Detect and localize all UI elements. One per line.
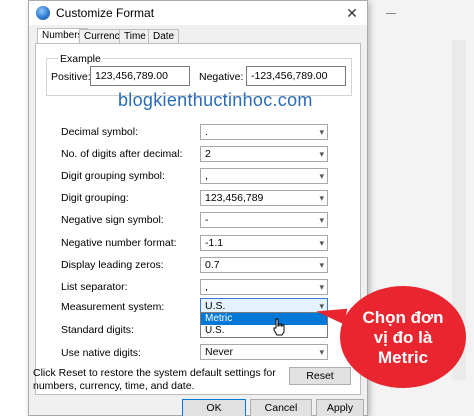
globe-icon bbox=[36, 6, 50, 20]
use-native-digits-label: Use native digits: bbox=[61, 347, 141, 359]
digit-grouping-symbol-label: Digit grouping symbol: bbox=[61, 170, 165, 182]
apply-button[interactable]: Apply bbox=[316, 399, 364, 416]
negative-number-format-select[interactable]: -1.1 ▾ bbox=[200, 235, 328, 251]
decimal-symbol-label: Decimal symbol: bbox=[61, 126, 139, 138]
decimal-symbol-select[interactable]: . ▾ bbox=[200, 124, 328, 140]
chevron-down-icon: ▾ bbox=[319, 127, 324, 137]
minimize-icon[interactable] bbox=[384, 6, 398, 20]
dropdown-option-metric[interactable]: Metric bbox=[201, 313, 327, 325]
chevron-down-icon: ▾ bbox=[319, 260, 324, 270]
callout-line-2: vị đo là bbox=[373, 328, 433, 347]
example-group-title: Example bbox=[58, 53, 103, 65]
reset-hint-text: Click Reset to restore the system defaul… bbox=[33, 367, 276, 392]
digit-grouping-symbol-select[interactable]: , ▾ bbox=[200, 168, 328, 184]
use-native-digits-select[interactable]: Never ▾ bbox=[200, 344, 328, 360]
chevron-down-icon: ▾ bbox=[319, 193, 324, 203]
reset-button[interactable]: Reset bbox=[289, 367, 351, 385]
display-leading-zeros-label: Display leading zeros: bbox=[61, 259, 164, 271]
tab-time[interactable]: Time bbox=[119, 29, 151, 43]
dropdown-option-us[interactable]: U.S. bbox=[201, 325, 327, 337]
digit-grouping-label: Digit grouping: bbox=[61, 192, 129, 204]
list-separator-label: List separator: bbox=[61, 281, 128, 293]
negative-sign-symbol-value: - bbox=[205, 214, 209, 226]
digits-after-decimal-label: No. of digits after decimal: bbox=[61, 148, 183, 160]
measurement-system-value: U.S. bbox=[205, 300, 226, 312]
tab-date[interactable]: Date bbox=[148, 29, 180, 43]
list-separator-select[interactable]: , ▾ bbox=[200, 279, 328, 295]
display-leading-zeros-select[interactable]: 0.7 ▾ bbox=[200, 257, 328, 273]
standard-digits-label: Standard digits: bbox=[61, 324, 134, 336]
use-native-digits-value: Never bbox=[205, 346, 234, 358]
chevron-down-icon: ▾ bbox=[319, 171, 324, 181]
digits-after-decimal-select[interactable]: 2 ▾ bbox=[200, 146, 328, 162]
list-separator-value: , bbox=[205, 281, 208, 293]
negative-sign-symbol-select[interactable]: - ▾ bbox=[200, 212, 328, 228]
chevron-down-icon: ▾ bbox=[319, 347, 324, 357]
negative-label: Negative: bbox=[199, 71, 244, 83]
negative-number-format-value: -1.1 bbox=[205, 237, 224, 249]
digit-grouping-select[interactable]: 123,456,789 ▾ bbox=[200, 190, 328, 206]
digit-grouping-value: 123,456,789 bbox=[205, 192, 264, 204]
negative-example-field: -123,456,789.00 bbox=[246, 66, 346, 86]
chevron-down-icon: ▾ bbox=[319, 149, 324, 159]
watermark-text: blogkienthuctinhoc.com bbox=[118, 90, 313, 110]
positive-example-field: 123,456,789.00 bbox=[90, 66, 190, 86]
decimal-symbol-value: . bbox=[205, 126, 208, 138]
ok-button[interactable]: OK bbox=[182, 399, 246, 416]
measurement-system-label: Measurement system: bbox=[61, 301, 165, 313]
digit-grouping-symbol-value: , bbox=[205, 170, 208, 182]
chevron-down-icon: ▾ bbox=[319, 215, 324, 225]
cancel-button[interactable]: Cancel bbox=[250, 399, 312, 416]
chevron-down-icon: ▾ bbox=[319, 282, 324, 292]
display-leading-zeros-value: 0.7 bbox=[205, 259, 220, 271]
hand-cursor-icon bbox=[273, 318, 285, 336]
measurement-system-dropdown: Metric U.S. bbox=[200, 312, 328, 338]
dialog-title: Customize Format bbox=[56, 6, 155, 20]
callout-line-1: Chọn đơn bbox=[362, 308, 444, 327]
callout-line-3: Metric bbox=[377, 348, 429, 367]
title-bar[interactable]: Customize Format ✕ bbox=[29, 1, 367, 25]
close-icon[interactable]: ✕ bbox=[341, 3, 363, 23]
callout-text: Chọn đơn vị đo là Metric bbox=[340, 308, 466, 368]
negative-sign-symbol-label: Negative sign symbol: bbox=[61, 214, 164, 226]
negative-number-format-label: Negative number format: bbox=[61, 237, 177, 249]
digits-after-decimal-value: 2 bbox=[205, 148, 211, 160]
chevron-down-icon: ▾ bbox=[319, 238, 324, 248]
positive-label: Positive: bbox=[51, 71, 91, 83]
